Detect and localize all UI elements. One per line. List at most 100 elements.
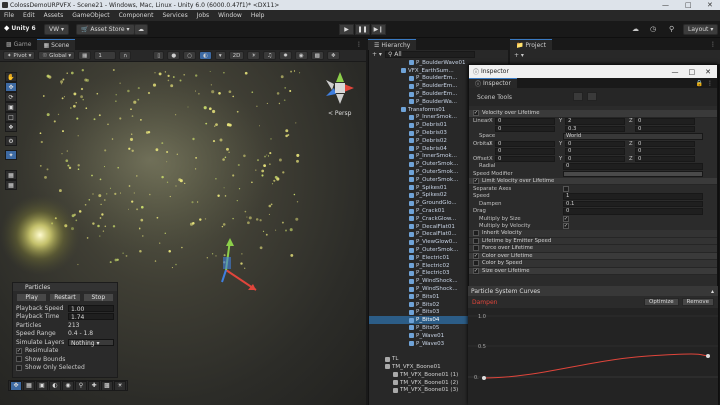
- audio-toggle[interactable]: ♫: [263, 51, 277, 60]
- mult-velocity-checkbox[interactable]: ✓: [563, 223, 569, 230]
- draw-mode-button[interactable]: ▯: [153, 51, 165, 60]
- mult-size-checkbox[interactable]: ✓: [563, 215, 569, 222]
- menu-services[interactable]: Services: [162, 12, 187, 19]
- menu-edit[interactable]: Edit: [23, 12, 35, 19]
- speed-modifier-curve[interactable]: [563, 170, 703, 177]
- particles-play-button[interactable]: Play: [16, 293, 48, 302]
- fx-toggle[interactable]: ✹: [279, 51, 292, 60]
- move-snap-tool[interactable]: ✥: [10, 380, 22, 391]
- module-header[interactable]: Lifetime by Emitter Speed: [469, 237, 717, 245]
- transform-tool[interactable]: ❖: [5, 122, 17, 132]
- optimize-button[interactable]: Optimize: [644, 298, 679, 306]
- offset-y-field[interactable]: 0: [565, 155, 625, 162]
- orbital-z2-field[interactable]: 0: [635, 148, 695, 155]
- playback-speed-field[interactable]: 1.00: [68, 304, 114, 313]
- tab-scene[interactable]: ▦ Scene: [37, 39, 76, 50]
- limit-velocity-module-header[interactable]: ✓ Limit Velocity over Lifetime: [469, 177, 717, 185]
- pivot-dropdown[interactable]: ✦ Pivot ▾: [3, 51, 36, 60]
- menu-jobs[interactable]: Jobs: [197, 12, 209, 19]
- shaded-wire-button[interactable]: ◐: [199, 51, 212, 60]
- playback-time-field[interactable]: 1.74: [68, 313, 114, 321]
- radial-field[interactable]: 0: [563, 163, 703, 170]
- inspector-titlebar[interactable]: ⓘ Inspector — □ ✕: [469, 65, 717, 78]
- linear-x-field[interactable]: 0: [495, 118, 555, 125]
- camera-tool[interactable]: ▩: [101, 380, 113, 391]
- hidden-objects-toggle[interactable]: ◉: [294, 51, 308, 60]
- linear-z-field[interactable]: 0: [635, 118, 695, 125]
- layout-dropdown[interactable]: Layout ▾: [683, 24, 719, 35]
- rect-tool[interactable]: □: [5, 112, 17, 122]
- more-icon[interactable]: ⋮: [356, 41, 362, 48]
- module-checkbox[interactable]: [473, 230, 479, 237]
- menu-component[interactable]: Component: [119, 12, 154, 19]
- menu-window[interactable]: Window: [218, 12, 242, 19]
- scale-tool[interactable]: ▣: [5, 102, 17, 112]
- tab-game[interactable]: ▩ Game: [0, 39, 38, 50]
- tool-bounds-icon[interactable]: [587, 92, 597, 101]
- linear-z2-field[interactable]: 0: [635, 125, 695, 132]
- resimulate-row[interactable]: ✓ Resimulate: [13, 347, 117, 356]
- separate-axes-checkbox[interactable]: [563, 185, 569, 192]
- module-header[interactable]: Color by Speed: [469, 260, 717, 268]
- search-tool[interactable]: ⚲: [75, 380, 87, 391]
- overlay-tool-1[interactable]: ▦: [5, 170, 17, 180]
- grid-tool[interactable]: ▦: [23, 380, 35, 391]
- tab-hierarchy[interactable]: ☰ Hierarchy: [368, 39, 417, 50]
- module-header[interactable]: Inherit Velocity: [469, 230, 717, 238]
- custom-tool[interactable]: ⚙: [5, 136, 17, 146]
- linear-y2-field[interactable]: 0.3: [565, 125, 625, 132]
- particles-stop-button[interactable]: Stop: [82, 293, 114, 302]
- orbital-y2-field[interactable]: 0: [565, 148, 625, 155]
- show-only-selected-row[interactable]: Show Only Selected: [13, 364, 117, 373]
- lock-icon[interactable]: 🔒: [696, 80, 703, 87]
- module-header[interactable]: ✓ Size over Lifetime: [469, 267, 717, 275]
- dampen-field[interactable]: 0.1: [563, 200, 703, 207]
- add-icon[interactable]: + ▾: [372, 51, 382, 58]
- minimize-icon[interactable]: —: [662, 1, 669, 9]
- show-bounds-row[interactable]: Show Bounds: [13, 355, 117, 364]
- asset-store-button[interactable]: 🛒 Asset Store ▾: [76, 24, 135, 35]
- module-checkbox[interactable]: ✓: [473, 252, 479, 259]
- close-icon[interactable]: ✕: [705, 68, 711, 76]
- render-options-button[interactable]: ▾: [214, 51, 226, 60]
- menu-file[interactable]: File: [4, 12, 14, 19]
- collab-button[interactable]: ☁: [134, 24, 148, 35]
- remove-button[interactable]: Remove: [681, 298, 714, 306]
- particles-restart-button[interactable]: Restart: [49, 293, 81, 302]
- resimulate-checkbox[interactable]: ✓: [16, 347, 22, 354]
- module-header[interactable]: ✓ Color over Lifetime: [469, 252, 717, 260]
- unity-account-area[interactable]: ◆ Unity 6: [4, 24, 36, 32]
- show-only-selected-checkbox[interactable]: [16, 364, 22, 371]
- module-checkbox[interactable]: [473, 245, 479, 252]
- show-bounds-checkbox[interactable]: [16, 356, 22, 363]
- menu-help[interactable]: Help: [251, 12, 265, 19]
- play-button[interactable]: ▶: [339, 24, 354, 35]
- menu-gameobject[interactable]: GameObject: [72, 12, 109, 19]
- curve-key-start[interactable]: [482, 376, 486, 380]
- move-tool[interactable]: ✥: [5, 82, 17, 92]
- more-icon[interactable]: ⋮: [707, 80, 713, 87]
- limit-velocity-checkbox[interactable]: ✓: [473, 177, 479, 184]
- curve-editor[interactable]: 1.0 0.5 0.: [468, 308, 718, 405]
- collision-tool[interactable]: ◉: [62, 380, 74, 391]
- account-dropdown[interactable]: VW ▾: [44, 24, 69, 35]
- orbital-x2-field[interactable]: 0: [495, 148, 555, 155]
- light-tool[interactable]: ☀: [114, 380, 126, 391]
- speed-field[interactable]: 1: [563, 193, 703, 200]
- particle-tool[interactable]: ✦: [5, 150, 17, 160]
- perspective-label[interactable]: < Persp: [328, 110, 351, 117]
- shape-tool[interactable]: ◐: [49, 380, 61, 391]
- lit-button[interactable]: ○: [183, 51, 197, 60]
- pause-button[interactable]: ❚❚: [355, 24, 370, 35]
- module-checkbox[interactable]: [473, 237, 479, 244]
- axis-tool[interactable]: ✚: [88, 380, 100, 391]
- simulate-layers-dropdown[interactable]: Nothing ▾: [68, 338, 114, 347]
- orbital-z-field[interactable]: 0: [635, 140, 695, 147]
- linear-y-field[interactable]: 2: [565, 118, 625, 125]
- module-header[interactable]: Force over Lifetime: [469, 245, 717, 253]
- grid-snap-button[interactable]: ▦: [78, 51, 92, 60]
- bounds-tool[interactable]: ▣: [36, 380, 48, 391]
- snap-increment-field[interactable]: 1: [94, 51, 117, 60]
- orbital-x-field[interactable]: 0: [495, 140, 555, 147]
- offset-x-field[interactable]: 0: [495, 155, 555, 162]
